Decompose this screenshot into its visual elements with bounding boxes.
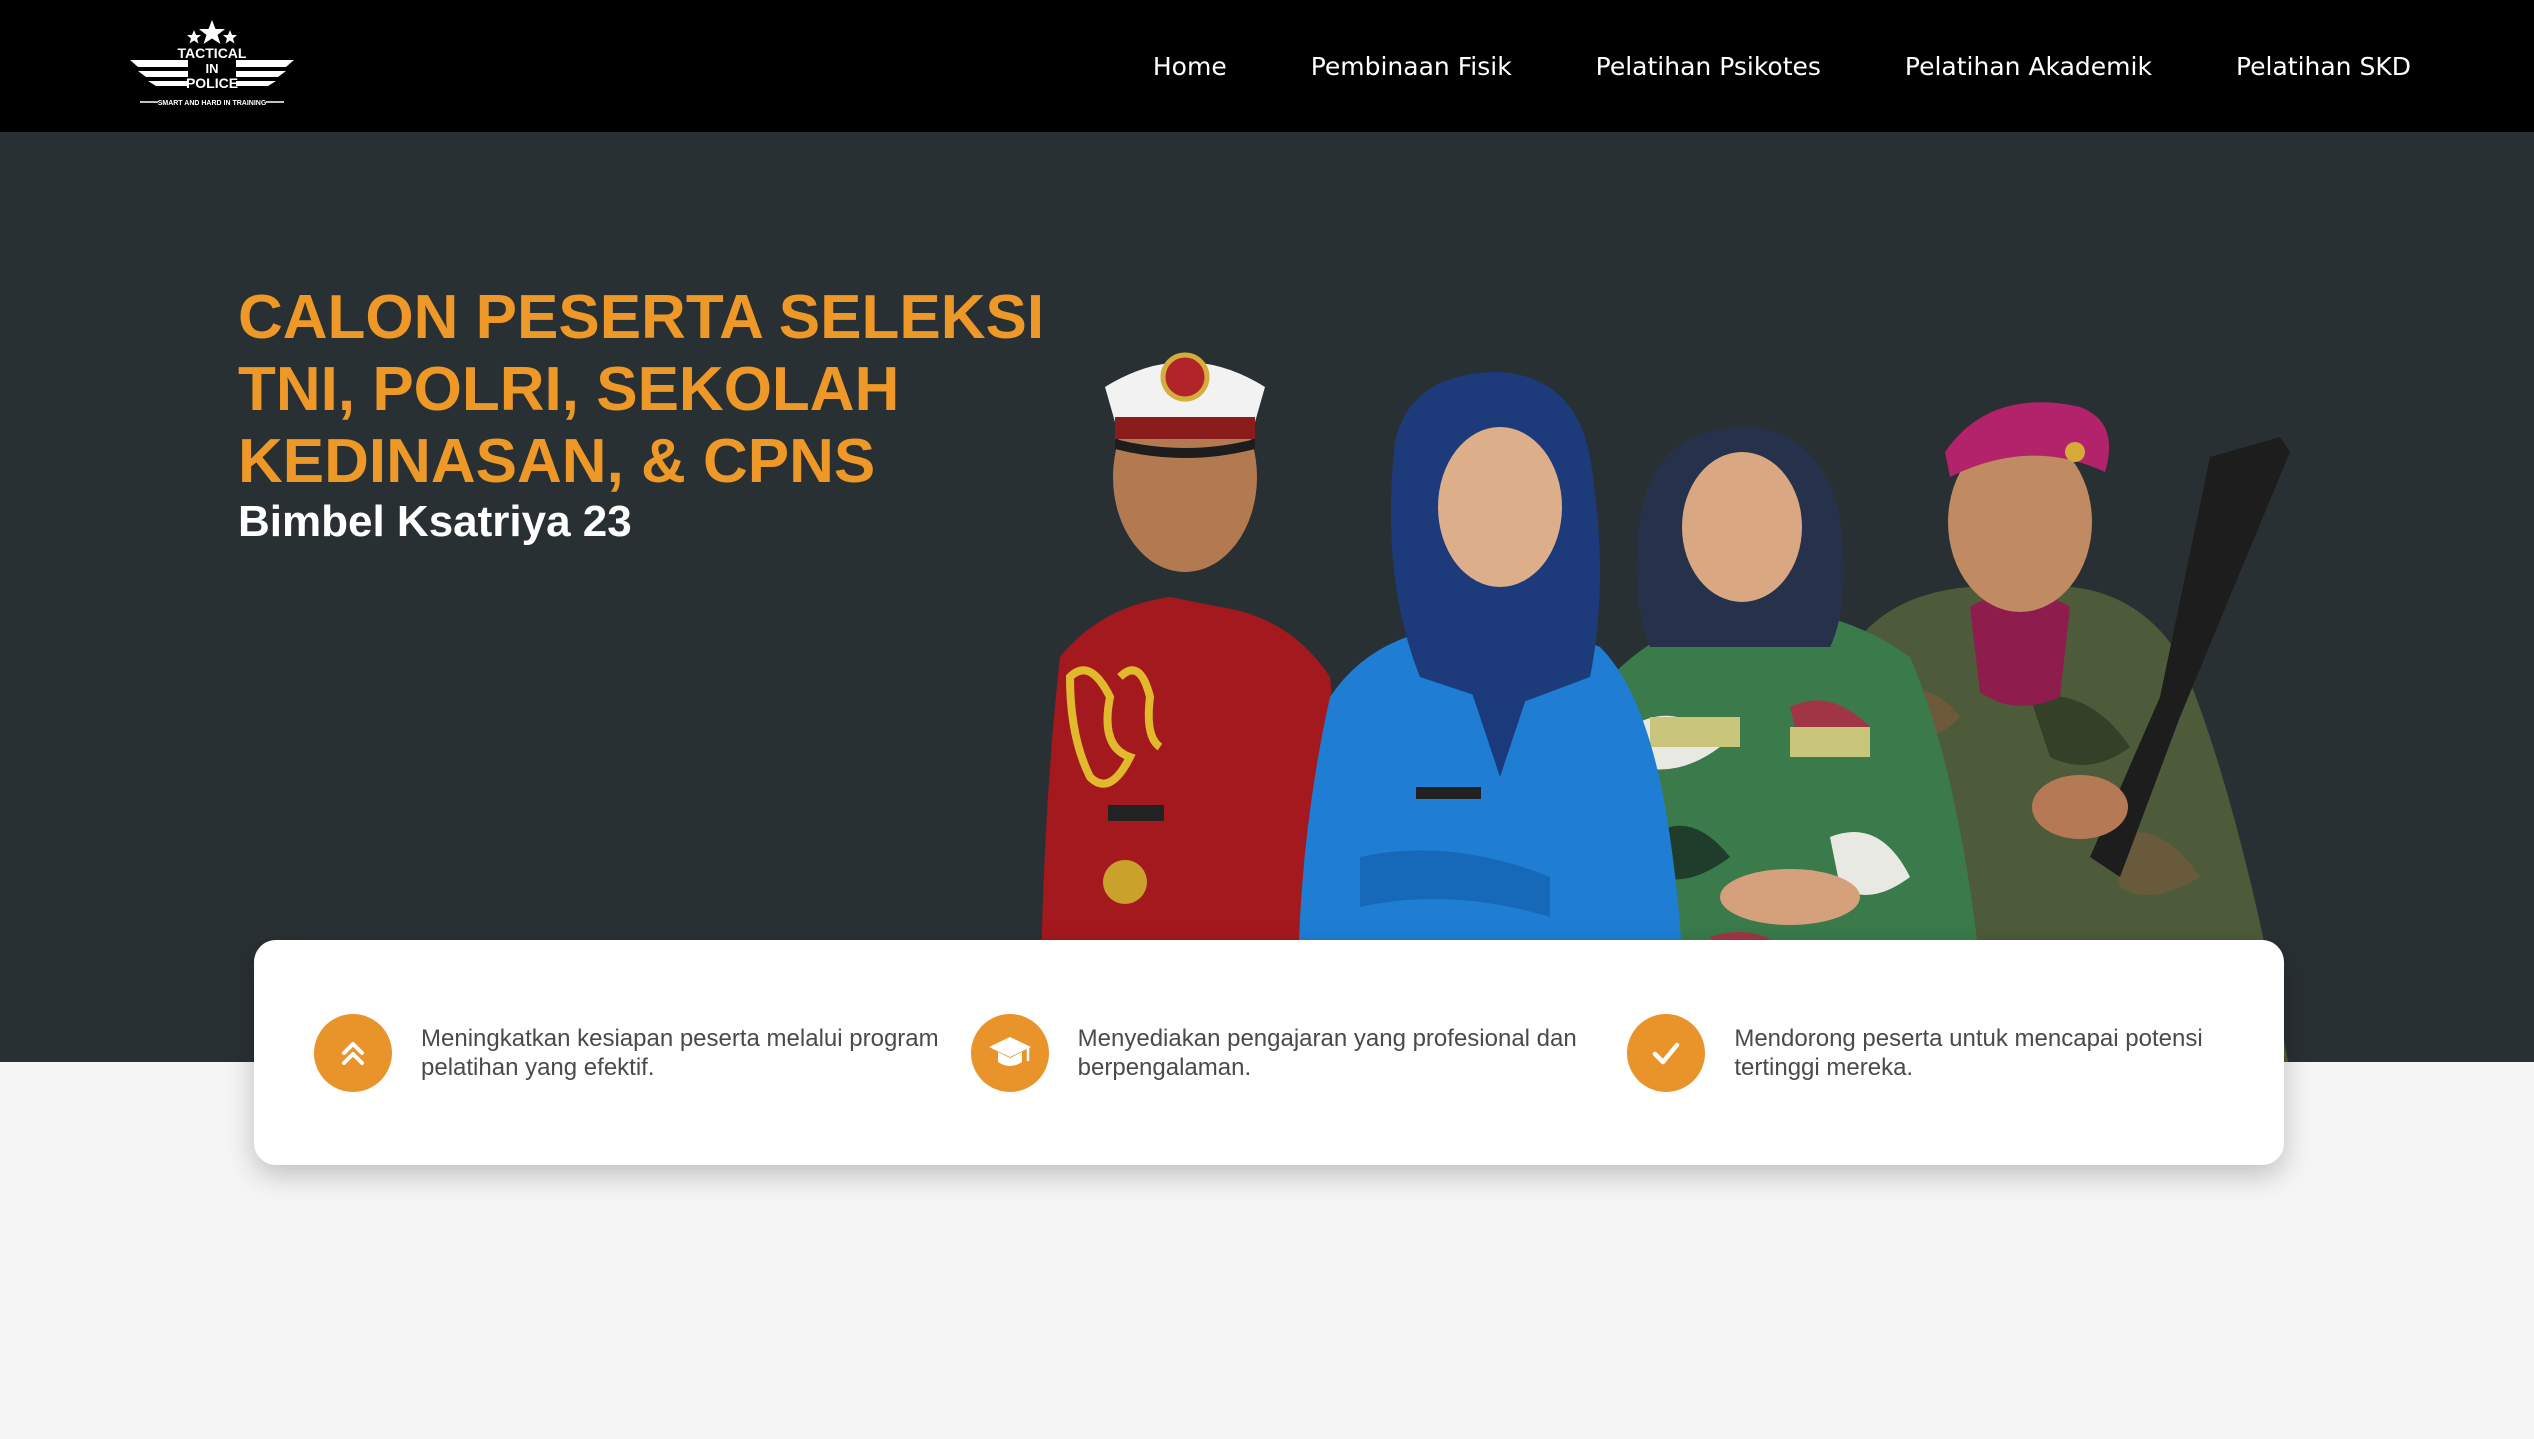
logo-tagline: SMART AND HARD IN TRAINING	[158, 100, 267, 107]
feature-icon-circle	[314, 1013, 392, 1092]
hero-section: CALON PESERTA SELEKSI TNI, POLRI, SEKOLA…	[0, 132, 2534, 1062]
feature-text: Mendorong peserta untuk mencapai potensi…	[1734, 1024, 2203, 1081]
logo-star-icon	[223, 30, 237, 44]
nav-pelatihan-psikotes[interactable]: Pelatihan Psikotes	[1596, 52, 1821, 81]
checkmark-icon	[1653, 1042, 1680, 1064]
graduation-cap-icon	[988, 1036, 1031, 1066]
logo-text-line2: IN	[206, 61, 219, 76]
feature-text: Meningkatkan kesiapan peserta melalui pr…	[421, 1024, 939, 1081]
nav-pelatihan-skd[interactable]: Pelatihan SKD	[2236, 52, 2411, 81]
nav-pelatihan-akademik[interactable]: Pelatihan Akademik	[1905, 52, 2152, 81]
features-card: Meningkatkan kesiapan peserta melalui pr…	[254, 940, 2284, 1165]
feature-icon-circle	[970, 1013, 1049, 1092]
double-chevron-up-icon	[342, 1041, 364, 1065]
logo-emblem: TACTICAL IN POLICE SMART AND HARD IN TRA…	[130, 20, 294, 107]
logo-text-line1: TACTICAL	[178, 45, 247, 61]
hero-title: CALON PESERTA SELEKSI TNI, POLRI, SEKOLA…	[238, 283, 1045, 496]
feature-item: Mendorong peserta untuk mencapai potensi…	[1627, 1013, 2284, 1092]
feature-item: Menyediakan pengajaran yang profesional …	[970, 1013, 1628, 1092]
main-nav: Home Pembinaan Fisik Pelatihan Psikotes …	[1069, 0, 2411, 132]
feature-text: Menyediakan pengajaran yang profesional …	[1077, 1024, 1577, 1081]
nav-home[interactable]: Home	[1153, 52, 1227, 81]
navbar: TACTICAL IN POLICE SMART AND HARD IN TRA…	[0, 0, 2534, 132]
logo-star-icon	[187, 30, 201, 44]
feature-icon-circle	[1627, 1013, 1706, 1092]
hero-subtitle: Bimbel Ksatriya 23	[238, 497, 632, 546]
site-logo[interactable]: TACTICAL IN POLICE SMART AND HARD IN TRA…	[128, 18, 296, 114]
logo-star-icon	[199, 20, 225, 44]
feature-item: Meningkatkan kesiapan peserta melalui pr…	[314, 1013, 971, 1092]
logo-text-line3: POLICE	[186, 75, 238, 91]
nav-pembinaan-fisik[interactable]: Pembinaan Fisik	[1311, 52, 1512, 81]
